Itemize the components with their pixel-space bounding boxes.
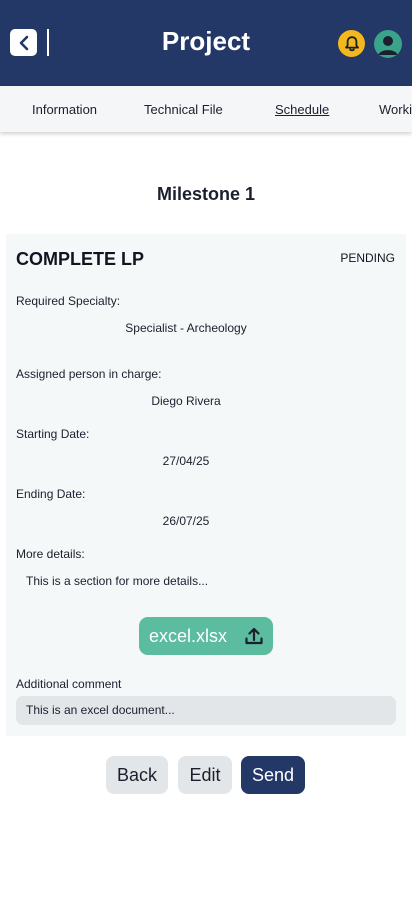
app-header: Project [0,0,412,86]
task-title: COMPLETE LP [16,249,145,269]
details-value: This is a section for more details... [26,574,209,588]
end-date-value: 26/07/25 [162,514,210,528]
person-value: Diego Rivera [151,394,221,408]
start-date-value: 27/04/25 [162,454,210,468]
milestone-title: Milestone 1 [156,184,256,204]
end-date-label: Ending Date: [16,487,86,501]
back-action-button[interactable]: Back [106,756,168,794]
comment-label: Additional comment [16,677,122,691]
tab-working[interactable]: Working [379,102,412,117]
user-avatar-icon [378,36,398,55]
edit-button[interactable]: Edit [178,756,232,794]
specialty-value: Specialist - Archeology [125,321,247,335]
details-label: More details: [16,547,85,561]
person-label: Assigned person in charge: [16,367,162,381]
tab-information[interactable]: Information [32,102,97,117]
file-name: excel.xlsx [149,625,228,646]
start-date-label: Starting Date: [16,427,90,441]
specialty-label: Required Specialty: [16,294,121,308]
bell-icon [344,35,359,51]
tab-technical-file[interactable]: Technical File [144,102,223,117]
tab-bar: Information Technical File Schedule Work… [0,86,412,132]
comment-field[interactable]: This is an excel document... [16,696,396,725]
upload-icon [245,627,263,645]
status-badge: PENDING [340,251,395,265]
send-button[interactable]: Send [241,756,305,794]
file-attachment-button[interactable]: excel.xlsx [139,617,273,655]
task-card: COMPLETE LP PENDING Required Specialty: … [6,234,406,736]
notification-button[interactable] [338,30,365,57]
tab-schedule[interactable]: Schedule [275,102,329,117]
profile-button[interactable] [374,30,402,58]
